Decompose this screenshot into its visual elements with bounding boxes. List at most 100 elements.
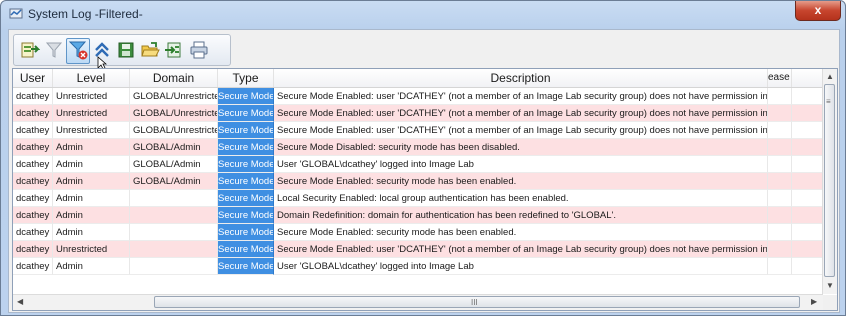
clear-filter-button[interactable] <box>66 38 90 64</box>
cell-description: User 'GLOBAL\dcathey' logged into Image … <box>274 156 768 173</box>
cell-description: Secure Mode Enabled: user 'DCATHEY' (not… <box>274 241 768 258</box>
title-bar[interactable]: System Log -Filtered- x <box>1 1 845 27</box>
column-header-level[interactable]: Level <box>53 69 130 87</box>
cell-domain: GLOBAL/Unrestricted <box>130 105 218 122</box>
system-log-window: System Log -Filtered- x User Level Domai… <box>0 0 846 316</box>
cell-level: Admin <box>53 173 130 190</box>
table-row[interactable]: dcathey Unrestricted GLOBAL/Unrestricted Se… <box>13 88 823 105</box>
cell-description: Domain Redefinition: domain for authenti… <box>274 207 768 224</box>
cell-domain <box>130 224 218 241</box>
log-table: User Level Domain Type Description ease … <box>12 68 838 311</box>
cell-extra <box>792 156 823 173</box>
cell-release <box>768 258 792 275</box>
cell-type: Secure Mode <box>218 156 274 173</box>
cell-description: Secure Mode Enabled: user 'DCATHEY' (not… <box>274 105 768 122</box>
scroll-up-icon[interactable]: ▲ <box>826 72 834 82</box>
printer-icon[interactable] <box>189 40 209 60</box>
cell-release <box>768 207 792 224</box>
cell-user: dcathey <box>13 241 53 258</box>
cell-release <box>768 122 792 139</box>
horizontal-scrollbar[interactable]: ◀ III ▶ <box>13 294 823 310</box>
cell-level: Unrestricted <box>53 88 130 105</box>
vertical-grip-icon: ≡ <box>826 97 831 106</box>
cell-extra <box>792 207 823 224</box>
column-header-release[interactable]: ease <box>768 69 792 87</box>
save-icon[interactable] <box>116 40 136 60</box>
cell-level: Admin <box>53 139 130 156</box>
toolbar <box>13 34 231 66</box>
scroll-left-icon[interactable]: ◀ <box>17 297 23 307</box>
cell-type: Secure Mode <box>218 122 274 139</box>
cell-release <box>768 156 792 173</box>
column-header-domain[interactable]: Domain <box>130 69 218 87</box>
funnel-icon[interactable] <box>44 40 64 60</box>
column-header-extra[interactable] <box>792 69 823 87</box>
cell-description: Secure Mode Enabled: user 'DCATHEY' (not… <box>274 88 768 105</box>
cell-release <box>768 105 792 122</box>
cell-release <box>768 88 792 105</box>
cell-description: Secure Mode Enabled: security mode has b… <box>274 173 768 190</box>
cell-domain <box>130 207 218 224</box>
table-row[interactable]: dcathey Admin GLOBAL/Admin Secure Mode Secur… <box>13 173 823 190</box>
cell-extra <box>792 88 823 105</box>
export-icon[interactable] <box>20 40 40 60</box>
vertical-scroll-thumb[interactable]: ≡ <box>824 84 835 277</box>
table-row[interactable]: dcathey Unrestricted GLOBAL/Unrestricted Se… <box>13 122 823 139</box>
cell-release <box>768 190 792 207</box>
cell-extra <box>792 122 823 139</box>
open-folder-icon[interactable] <box>140 40 160 60</box>
cell-level: Admin <box>53 258 130 275</box>
horizontal-scroll-thumb[interactable]: III <box>154 296 800 308</box>
table-body: dcathey Unrestricted GLOBAL/Unrestricted Se… <box>13 88 823 275</box>
column-header-type[interactable]: Type <box>218 69 274 87</box>
table-header: User Level Domain Type Description ease <box>13 69 823 88</box>
cell-extra <box>792 190 823 207</box>
cell-level: Admin <box>53 156 130 173</box>
cell-domain <box>130 258 218 275</box>
system-log-app-icon <box>9 8 23 19</box>
cell-extra <box>792 139 823 156</box>
cell-user: dcathey <box>13 190 53 207</box>
table-row[interactable]: dcathey Admin Secure Mode User 'GLOBAL\dcat… <box>13 258 823 275</box>
cell-level: Unrestricted <box>53 241 130 258</box>
cell-type: Secure Mode <box>218 105 274 122</box>
cell-domain <box>130 190 218 207</box>
table-row[interactable]: dcathey Admin GLOBAL/Admin Secure Mode User … <box>13 156 823 173</box>
table-row[interactable]: dcathey Admin Secure Mode Secure Mode Enabl… <box>13 224 823 241</box>
table-row[interactable]: dcathey Unrestricted GLOBAL/Unrestricted Se… <box>13 105 823 122</box>
cell-level: Admin <box>53 190 130 207</box>
column-header-user[interactable]: User <box>13 69 53 87</box>
cell-release <box>768 139 792 156</box>
scroll-down-icon[interactable]: ▼ <box>826 281 834 291</box>
cell-user: dcathey <box>13 122 53 139</box>
scroll-right-icon[interactable]: ▶ <box>811 297 817 307</box>
cell-type: Secure Mode <box>218 139 274 156</box>
cell-extra <box>792 224 823 241</box>
table-row[interactable]: dcathey Admin Secure Mode Domain Redefiniti… <box>13 207 823 224</box>
cell-extra <box>792 241 823 258</box>
cell-user: dcathey <box>13 173 53 190</box>
cell-level: Unrestricted <box>53 122 130 139</box>
cell-release <box>768 241 792 258</box>
cell-domain: GLOBAL/Admin <box>130 173 218 190</box>
vertical-scrollbar[interactable]: ▲ ≡ ▼ <box>822 69 837 294</box>
column-header-description[interactable]: Description <box>274 69 768 87</box>
table-row[interactable]: dcathey Unrestricted Secure Mode Secure Mod… <box>13 241 823 258</box>
cell-user: dcathey <box>13 105 53 122</box>
cell-domain: GLOBAL/Unrestricted <box>130 88 218 105</box>
cell-release <box>768 173 792 190</box>
table-row[interactable]: dcathey Admin GLOBAL/Admin Secure Mode Secur… <box>13 139 823 156</box>
cell-description: Secure Mode Disabled: security mode has … <box>274 139 768 156</box>
cell-domain <box>130 241 218 258</box>
cell-user: dcathey <box>13 258 53 275</box>
cell-description: Local Security Enabled: local group auth… <box>274 190 768 207</box>
cell-type: Secure Mode <box>218 207 274 224</box>
cell-type: Secure Mode <box>218 258 274 275</box>
horizontal-grip-icon: III <box>471 298 478 307</box>
cell-extra <box>792 105 823 122</box>
import-icon[interactable] <box>164 40 184 60</box>
cell-domain: GLOBAL/Unrestricted <box>130 122 218 139</box>
close-button[interactable]: x <box>795 1 841 21</box>
table-row[interactable]: dcathey Admin Secure Mode Local Security En… <box>13 190 823 207</box>
cell-type: Secure Mode <box>218 224 274 241</box>
